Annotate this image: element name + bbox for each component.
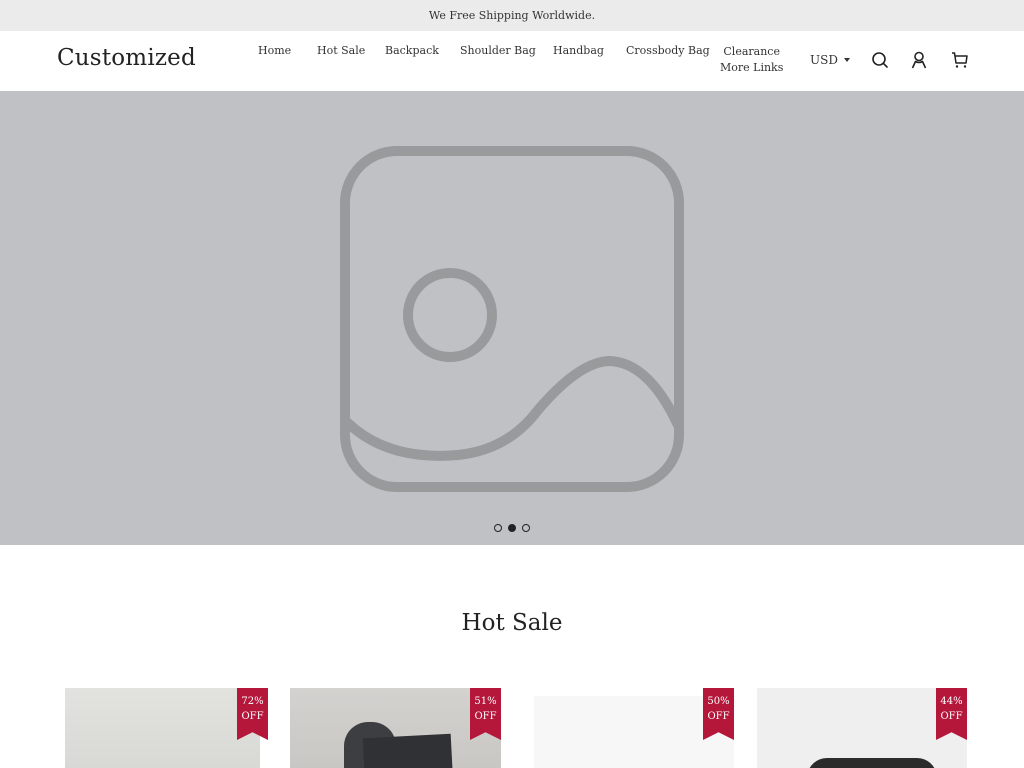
nav-home[interactable]: Home [258,44,291,57]
caret-down-icon [843,58,850,62]
nav-crossbody-bag[interactable]: Crossbody Bag [626,44,710,57]
nav-group-extra: Clearance More Links [720,44,783,76]
announcement-text: We Free Shipping Worldwide. [428,9,596,22]
slider-dots [494,524,530,532]
nav-backpack[interactable]: Backpack [385,44,439,57]
announcement-bar: We Free Shipping Worldwide. [0,0,1024,31]
site-logo[interactable]: Customized [57,45,196,71]
product-card[interactable]: 50% OFF [534,688,734,768]
product-image[interactable] [290,688,501,768]
hero-banner[interactable] [0,91,1024,545]
nav-shoulder-bag[interactable]: Shoulder Bag [460,44,536,57]
nav-clearance[interactable]: Clearance [720,44,783,60]
search-icon[interactable] [871,51,889,69]
nav-handbag[interactable]: Handbag [553,44,604,57]
account-icon[interactable] [910,51,928,69]
currency-selector[interactable]: USD [810,53,850,67]
hot-sale-title: Hot Sale [461,610,563,636]
product-image[interactable] [65,688,260,768]
product-image[interactable] [757,688,967,768]
cart-icon[interactable] [951,51,969,69]
currency-value: USD [810,53,838,67]
nav-hot-sale[interactable]: Hot Sale [317,44,365,57]
product-card[interactable]: 44% OFF [757,688,967,768]
slide-dot-3[interactable] [522,524,530,532]
product-card[interactable]: 72% OFF [65,688,268,768]
slide-dot-1[interactable] [494,524,502,532]
product-card[interactable]: 51% OFF [290,688,501,768]
site-header: Customized Home Hot Sale Backpack Should… [0,31,1024,91]
slide-dot-2[interactable] [508,524,516,532]
nav-more-links[interactable]: More Links [720,60,783,76]
image-placeholder-icon [340,146,684,492]
